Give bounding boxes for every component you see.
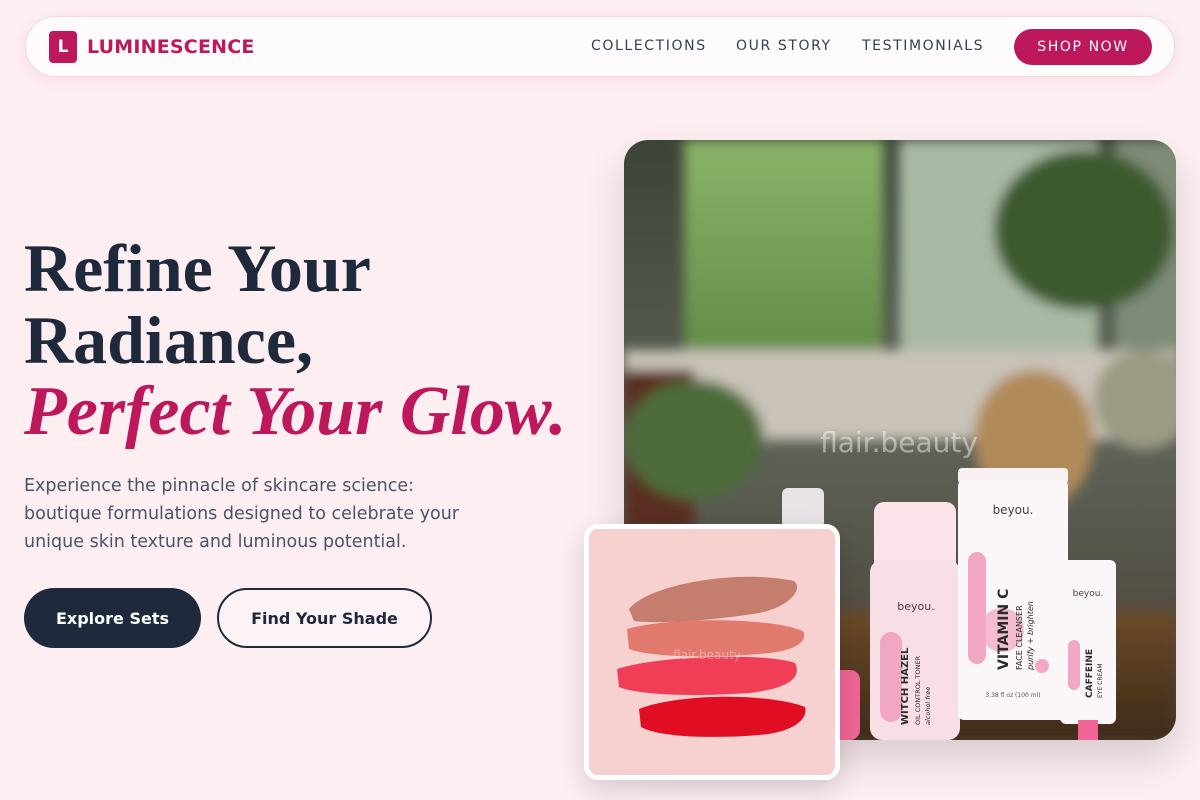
toner-note: alcohol free (924, 687, 932, 725)
lip-swatch-illustration: flair.beauty (589, 529, 835, 775)
cleanser-sub: FACE CLEANSER (1015, 605, 1024, 670)
nav-link-collections[interactable]: COLLECTIONS (591, 38, 707, 54)
cleanser-note: purify + brighten (1026, 601, 1035, 671)
toner-name: WITCH HAZEL (900, 647, 911, 725)
cleanser-name: VITAMIN C (996, 589, 1012, 670)
hero-title-accent: Perfect Your Glow. (24, 373, 567, 450)
swatch-watermark: flair.beauty (673, 648, 741, 662)
eye-cream-name: CAFFEINE (1085, 649, 1095, 698)
shop-now-button[interactable]: SHOP NOW (1014, 29, 1152, 65)
cleanser-size: 3.38 fl oz (100 ml) (985, 692, 1040, 699)
top-nav: L LUMINESCENCE COLLECTIONS OUR STORY TES… (25, 16, 1175, 77)
logo-icon: L (49, 31, 77, 63)
caffeine-eye-cream: beyou. CAFFEINE EYE CREAM (1060, 560, 1116, 740)
brand-name: LUMINESCENCE (87, 36, 255, 58)
lip-swatch-card: flair.beauty (584, 524, 840, 780)
cleanser-brand: beyou. (993, 503, 1034, 517)
vitamin-c-cleanser: beyou. VITAMIN C FACE CLEANSER purify + … (958, 468, 1068, 720)
eye-cream-brand: beyou. (1073, 589, 1104, 599)
hero-title-line-2: Radiance, (24, 302, 313, 378)
hero-description: Experience the pinnacle of skincare scie… (24, 476, 460, 552)
nav-link-testimonials[interactable]: TESTIMONIALS (862, 38, 984, 54)
eye-cream-sub: EYE CREAM (1097, 663, 1104, 698)
hero-title-line-1: Refine Your (24, 230, 371, 306)
witch-hazel-toner: beyou. WITCH HAZEL OIL CONTROL TONER alc… (870, 502, 960, 740)
toner-brand: beyou. (897, 600, 934, 613)
nav-link-our-story[interactable]: OUR STORY (736, 38, 832, 54)
hero-title: Refine Your Radiance, Perfect Your Glow. (24, 232, 566, 448)
find-your-shade-button[interactable]: Find Your Shade (217, 588, 432, 648)
toner-sub: OIL CONTROL TONER (914, 655, 922, 725)
photo-watermark: flair.beauty (820, 426, 978, 459)
brand[interactable]: L LUMINESCENCE (49, 31, 255, 63)
explore-sets-button[interactable]: Explore Sets (24, 588, 201, 648)
